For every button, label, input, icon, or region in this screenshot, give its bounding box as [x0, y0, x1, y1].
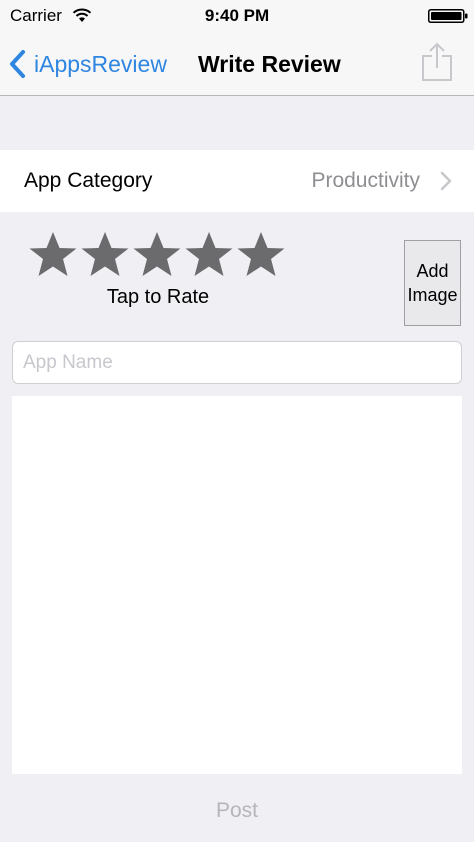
status-time: 9:40 PM [204, 6, 270, 25]
back-button-label: iAppsReview [34, 51, 167, 77]
app-name-input[interactable] [12, 341, 462, 384]
back-button[interactable]: iAppsReview [8, 44, 167, 84]
star-icon[interactable] [80, 230, 130, 280]
star-icon[interactable] [184, 230, 234, 280]
battery-icon [428, 9, 468, 23]
rating-caption: Tap to Rate [106, 286, 210, 308]
share-icon[interactable] [420, 40, 454, 84]
page-title: Write Review [198, 51, 341, 77]
app-category-row[interactable]: App Category Productivity [0, 150, 474, 212]
post-button[interactable]: Post [0, 788, 474, 832]
chevron-left-icon [10, 50, 25, 78]
review-text-area[interactable] [12, 396, 462, 774]
star-icon[interactable] [132, 230, 182, 280]
chevron-right-icon [440, 171, 452, 191]
star-icon[interactable] [236, 230, 286, 280]
add-image-button[interactable]: Add Image [404, 240, 461, 326]
star-icon[interactable] [28, 230, 78, 280]
app-category-label: App Category [24, 169, 153, 192]
star-rating [28, 230, 288, 280]
app-category-value: Productivity [311, 169, 420, 192]
